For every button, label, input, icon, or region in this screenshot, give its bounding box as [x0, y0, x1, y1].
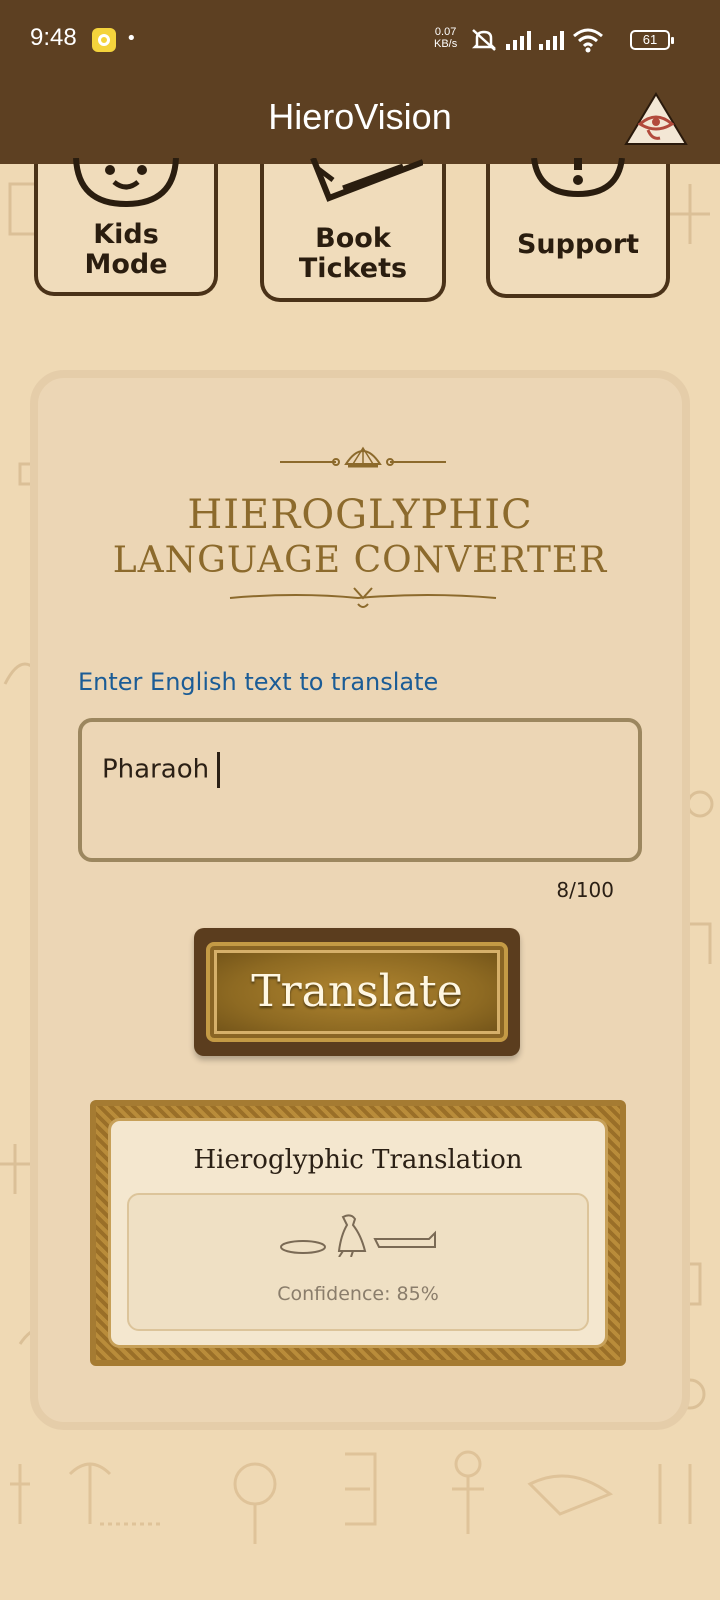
app-bar: HieroVision: [0, 82, 720, 164]
confidence-text: Confidence: 85%: [277, 1283, 439, 1305]
translation-output: Confidence: 85%: [127, 1193, 589, 1331]
network-speed-value: 0.07: [434, 26, 457, 38]
english-text-input[interactable]: Pharaoh: [78, 718, 642, 862]
support-button[interactable]: Support: [486, 158, 670, 298]
ticket-icon: [310, 158, 423, 202]
network-speed: 0.07 KB/s: [434, 26, 457, 50]
input-label: Enter English text to translate: [78, 668, 439, 696]
status-bar: 9:48 • 0.07 KB/s 61: [0, 0, 720, 82]
help-icon: [531, 158, 625, 198]
translate-button[interactable]: Translate: [206, 942, 508, 1042]
child-face-icon: [73, 158, 179, 208]
converter-card: HIEROGLYPHIC LANGUAGE CONVERTER Enter En…: [30, 370, 690, 1430]
status-icons: [470, 26, 604, 54]
eye-of-ra-pyramid-icon[interactable]: [624, 90, 688, 148]
mute-bell-icon: [471, 29, 497, 51]
kids-mode-label-line1: Kids: [93, 219, 159, 250]
converter-title-line2: LANGUAGE CONVERTER: [112, 540, 608, 581]
signal-2-icon: [539, 30, 564, 50]
lotus-ornament-icon: [280, 446, 446, 468]
wifi-icon: [573, 28, 603, 53]
battery-icon: 61: [630, 30, 674, 50]
converter-title-line1: HIEROGLYPHIC: [187, 492, 533, 538]
book-tickets-button[interactable]: Book Tickets: [260, 158, 446, 302]
hieroglyph-output-icon: [280, 1214, 436, 1257]
signal-1-icon: [506, 30, 531, 50]
translate-button-frame: Translate: [194, 928, 520, 1056]
translation-result-frame: Hieroglyphic Translation Confidence: 85%: [90, 1100, 626, 1366]
app-title: HieroVision: [268, 96, 452, 137]
support-label: Support: [516, 229, 640, 260]
char-count: 8/100: [556, 878, 614, 902]
kids-mode-label-line2: Mode: [84, 249, 168, 280]
book-tickets-label-line2: Tickets: [298, 253, 408, 284]
status-time: 9:48: [30, 24, 77, 51]
kids-mode-button[interactable]: Kids Mode: [34, 158, 218, 296]
translation-result-panel: Hieroglyphic Translation Confidence: 85%: [108, 1118, 608, 1348]
result-title: Hieroglyphic Translation: [193, 1145, 523, 1175]
notification-dot-icon: •: [126, 28, 137, 49]
network-speed-unit: KB/s: [434, 38, 458, 50]
notification-app-icon: [92, 28, 116, 52]
title-divider-icon: [229, 587, 497, 608]
input-value: Pharaoh: [102, 754, 210, 785]
text-caret: [217, 752, 221, 788]
book-tickets-label-line1: Book: [315, 223, 391, 254]
